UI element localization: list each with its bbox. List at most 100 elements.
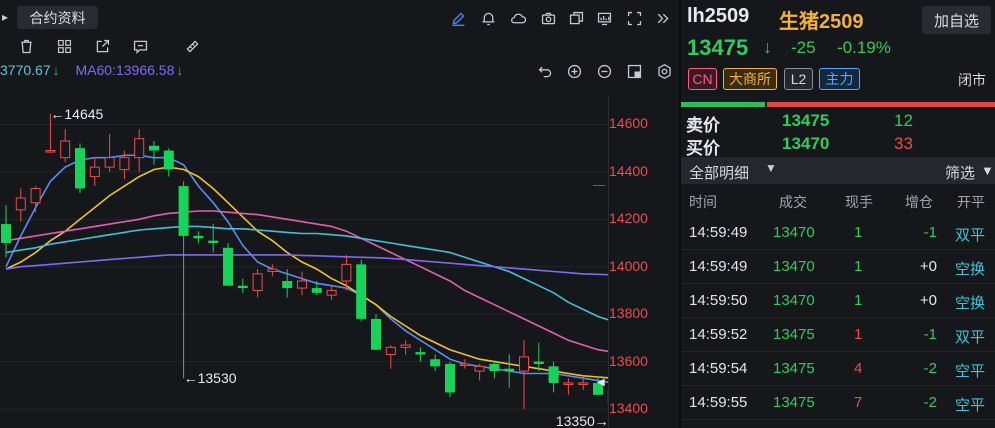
candle: [149, 141, 159, 165]
candle: [563, 378, 574, 395]
candle: [548, 361, 559, 393]
collapse-right-icon[interactable]: [652, 8, 672, 28]
trade-type: 空换: [955, 295, 986, 312]
candle-body: [237, 285, 248, 289]
alarm-bell-icon[interactable]: [478, 8, 498, 28]
draw-pen-icon[interactable]: [448, 8, 468, 28]
candle: [371, 314, 381, 350]
col-oi-change: 增仓: [905, 194, 933, 210]
trade-price: 13475: [773, 394, 815, 411]
candle: [459, 359, 470, 369]
candle-body: [134, 138, 145, 159]
trade-row: 14:59:55 13475 7 -2 空平: [681, 386, 995, 420]
candle: [445, 361, 455, 398]
trade-time: 14:59:54: [689, 360, 748, 377]
col-price: 成交: [779, 194, 807, 210]
candle-body: [149, 145, 159, 151]
monitor-chart-icon[interactable]: [594, 8, 614, 28]
cloud-icon[interactable]: [508, 8, 528, 28]
candle-body: [60, 140, 71, 159]
tag-main-contract: 主力: [819, 68, 860, 90]
trade-row: 14:59:50 13470 1 +0 空换: [681, 284, 995, 318]
price-axis-label: 14000: [609, 257, 648, 274]
filter-funnel-icon[interactable]: ▼: [981, 163, 994, 178]
multi-window-icon[interactable]: [566, 8, 586, 28]
chart-style-icon[interactable]: [625, 62, 643, 80]
candle-body: [163, 150, 174, 170]
trade-type: 空平: [955, 363, 986, 380]
trade-price: 13470: [773, 224, 815, 241]
trade-volume: 1: [854, 258, 863, 275]
col-open-close: 开平: [957, 194, 985, 210]
layout-grid-icon[interactable]: [54, 36, 74, 56]
axis-tick-mark: [593, 185, 605, 186]
chart-panel: ▸ 合约资料 3770.67 ↓ MA60:13966.58 ↓ ←14645 …: [0, 0, 676, 428]
candle-body: [297, 280, 307, 289]
price-down-arrow-icon: ↓: [763, 37, 772, 57]
trade-row: 14:59:52 13475 1 -1 双平: [681, 318, 995, 352]
trash-icon[interactable]: [16, 36, 36, 56]
trade-type: 双平: [955, 329, 986, 346]
filter-button[interactable]: 筛选: [945, 162, 975, 183]
candle-body: [15, 197, 26, 211]
zoom-in-icon[interactable]: [565, 62, 583, 80]
candle-body: [282, 280, 293, 289]
fullscreen-icon[interactable]: [624, 8, 644, 28]
ask-volume: 12: [894, 111, 913, 130]
candle-body: [45, 150, 56, 153]
candle: [504, 354, 515, 388]
zoom-out-icon[interactable]: [595, 62, 613, 80]
candle: [489, 361, 500, 379]
bid-row: 买价 13470 33: [681, 134, 995, 158]
candle-body: [504, 368, 515, 372]
low-price-label: 13350→: [556, 413, 608, 428]
detail-filter-select[interactable]: 全部明细: [689, 162, 749, 183]
last-price: 13475: [687, 35, 749, 60]
candle-body: [1, 224, 11, 244]
ask-price: 13475: [782, 111, 830, 130]
settings-gear-icon[interactable]: [655, 62, 673, 80]
candle-body: [563, 382, 574, 385]
candle: [89, 157, 100, 187]
candle-body: [533, 361, 544, 364]
candle: [30, 186, 41, 213]
candle-body: [267, 268, 278, 272]
collapse-left-icon[interactable]: ▸: [0, 6, 10, 28]
sell-ratio-bar: [681, 102, 765, 107]
bid-price: 13470: [782, 134, 830, 153]
chevron-down-icon[interactable]: ▼: [765, 161, 777, 175]
trade-price: 13470: [773, 258, 815, 275]
candle: [415, 347, 426, 362]
candlestick-chart[interactable]: ←14645 ←13530 13350→: [0, 96, 608, 428]
candle: [252, 269, 263, 298]
tag-level2[interactable]: L2: [784, 68, 813, 90]
trade-oi-change: +0: [919, 258, 937, 275]
trade-oi-change: -1: [923, 224, 937, 241]
candle-body: [89, 166, 100, 178]
candle-body: [489, 363, 500, 372]
trade-volume: 7: [854, 394, 863, 411]
candle: [15, 188, 26, 222]
price-axis-label: 13600: [609, 352, 648, 369]
comment-icon[interactable]: [130, 36, 150, 56]
camera-icon[interactable]: [538, 8, 558, 28]
contract-info-button[interactable]: 合约资料: [17, 6, 98, 29]
candle: [400, 340, 411, 355]
tag-cn: CN: [688, 68, 717, 90]
candle-body: [371, 318, 381, 350]
ask-row: 卖价 13475 12: [681, 111, 995, 135]
export-icon[interactable]: [92, 36, 112, 56]
undo-icon[interactable]: [536, 62, 554, 80]
price-change-percent: -0.19%: [837, 38, 891, 57]
ruler-icon[interactable]: [182, 36, 202, 56]
candle: [385, 345, 396, 369]
candle: [237, 278, 248, 293]
add-to-watchlist-button[interactable]: 加自选: [922, 6, 991, 34]
col-time: 时间: [689, 194, 717, 210]
ma30-value: 3770.67: [0, 62, 51, 78]
trade-time: 14:59:55: [689, 394, 748, 411]
candle-body: [578, 382, 589, 385]
candle-body: [326, 289, 337, 296]
price-axis-label: 14200: [609, 210, 648, 227]
candle: [1, 205, 11, 258]
